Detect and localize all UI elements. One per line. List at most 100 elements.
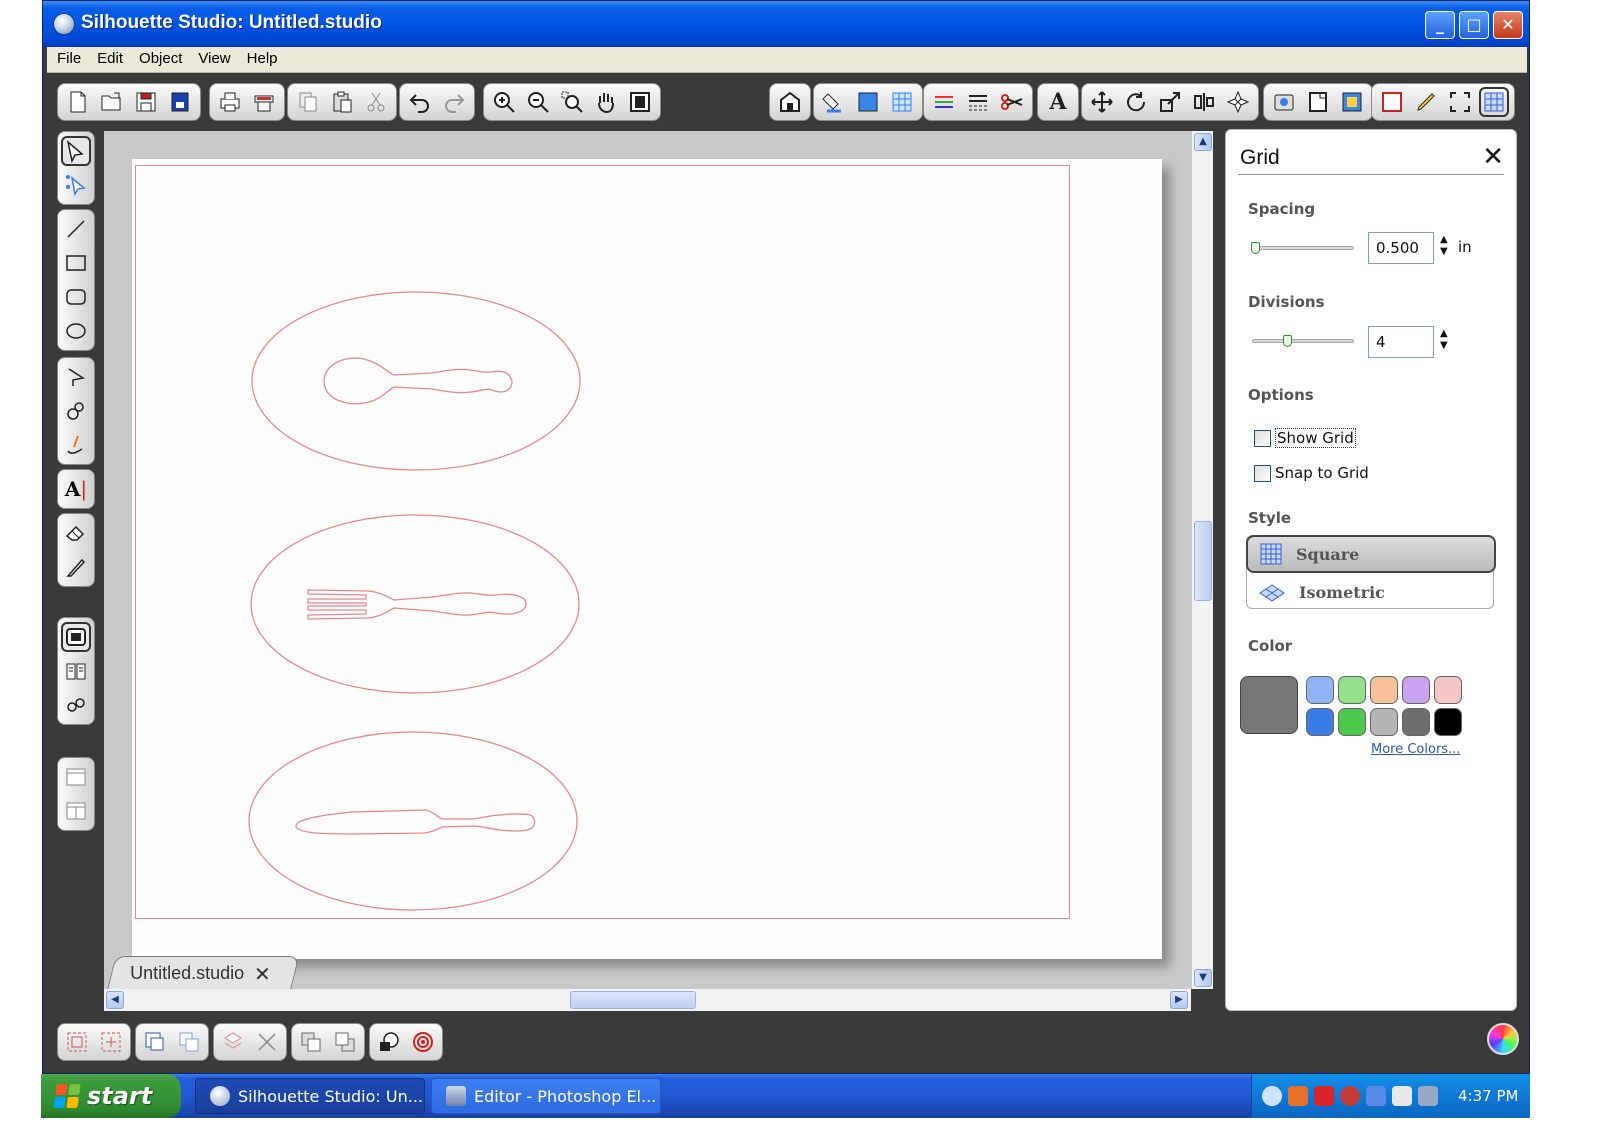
tray-acrobat-icon[interactable] — [1314, 1086, 1334, 1106]
replicate-icon[interactable] — [1223, 87, 1253, 117]
color-swatch[interactable] — [1338, 708, 1366, 736]
single-page-view-icon[interactable] — [61, 762, 91, 792]
taskbar-photoshop[interactable]: Editor - Photoshop El... — [431, 1078, 661, 1114]
ungroup-icon[interactable] — [96, 1027, 126, 1057]
zoom-selection-icon[interactable] — [557, 87, 587, 117]
cutting-mat-page[interactable] — [132, 159, 1162, 959]
eraser-tool-icon[interactable] — [61, 518, 91, 548]
fork-outline[interactable] — [307, 589, 527, 620]
design-store-icon[interactable] — [775, 87, 805, 117]
document-tab[interactable]: Untitled.studio ✕ — [107, 956, 300, 990]
send-to-back-icon[interactable] — [330, 1027, 360, 1057]
tray-expand-icon[interactable] — [1262, 1086, 1282, 1106]
start-button[interactable]: start — [41, 1074, 181, 1118]
minimize-button[interactable]: _ — [1425, 11, 1455, 39]
menu-edit[interactable]: Edit — [89, 47, 131, 71]
undo-icon[interactable] — [405, 87, 435, 117]
fill-tool-icon[interactable] — [61, 622, 91, 652]
copy-icon[interactable] — [293, 87, 323, 117]
cut-settings-icon[interactable] — [997, 87, 1027, 117]
snap-to-grid-checkbox[interactable]: Snap to Grid — [1254, 464, 1369, 482]
scale-icon[interactable] — [1155, 87, 1185, 117]
spacing-slider[interactable] — [1251, 242, 1354, 254]
snap-to-grid-box[interactable] — [1254, 464, 1271, 482]
color-wheel-icon[interactable] — [1487, 1023, 1519, 1055]
split-page-view-icon[interactable] — [61, 796, 91, 826]
color-swatch[interactable] — [1402, 676, 1430, 704]
tray-security-icon[interactable] — [1340, 1086, 1360, 1106]
menu-view[interactable]: View — [190, 47, 238, 71]
cut-scissors-icon[interactable] — [361, 87, 391, 117]
scroll-down-icon[interactable]: ▼ — [1194, 969, 1212, 987]
align-icon[interactable] — [1189, 87, 1219, 117]
panel-close-icon[interactable]: ✕ — [1482, 142, 1504, 172]
color-swatch[interactable] — [1434, 676, 1462, 704]
scroll-up-icon[interactable]: ▲ — [1194, 133, 1212, 151]
text-style-icon[interactable]: A — [1043, 87, 1073, 117]
offset-icon[interactable] — [408, 1027, 438, 1057]
maximize-button[interactable]: □ — [1459, 11, 1489, 39]
design-canvas[interactable] — [104, 131, 1191, 989]
line-style-icon[interactable] — [963, 87, 993, 117]
scroll-right-icon[interactable]: ▶ — [1170, 991, 1188, 1009]
paste-icon[interactable] — [327, 87, 357, 117]
modify-icon[interactable] — [374, 1027, 404, 1057]
sketch-pen-icon[interactable] — [1411, 87, 1441, 117]
taskbar-silhouette-studio[interactable]: Silhouette Studio: Un... — [195, 1078, 425, 1114]
fill-gradient-icon[interactable] — [853, 87, 883, 117]
color-swatch[interactable] — [1370, 676, 1398, 704]
spoon-plate-oval[interactable] — [251, 291, 581, 471]
page-setup-icon[interactable] — [1303, 87, 1333, 117]
registration-marks-icon[interactable] — [1377, 87, 1407, 117]
zoom-out-icon[interactable] — [523, 87, 553, 117]
vertical-scroll-thumb[interactable] — [1194, 521, 1212, 601]
freehand-tool-icon[interactable] — [61, 430, 91, 460]
current-grid-color[interactable] — [1240, 676, 1298, 734]
line-tool-icon[interactable] — [61, 214, 91, 244]
print-and-cut-icon[interactable] — [249, 87, 279, 117]
fit-to-page-icon[interactable] — [625, 87, 655, 117]
book-tool-icon[interactable] — [61, 656, 91, 686]
tray-network-icon[interactable] — [1392, 1086, 1412, 1106]
menu-object[interactable]: Object — [131, 47, 190, 71]
grid-settings-icon[interactable] — [1479, 87, 1509, 117]
release-compound-path-icon[interactable] — [174, 1027, 204, 1057]
delete-icon[interactable] — [252, 1027, 282, 1057]
make-compound-path-icon[interactable] — [140, 1027, 170, 1057]
pan-hand-icon[interactable] — [591, 87, 621, 117]
redo-icon[interactable] — [439, 87, 469, 117]
spacing-slider-knob[interactable] — [1251, 242, 1260, 254]
line-color-icon[interactable] — [929, 87, 959, 117]
document-tab-close-icon[interactable]: ✕ — [254, 962, 271, 986]
color-swatch[interactable] — [1306, 708, 1334, 736]
knife-plate-oval[interactable] — [248, 731, 578, 911]
rotate-icon[interactable] — [1121, 87, 1151, 117]
color-swatch[interactable] — [1370, 708, 1398, 736]
knife-outline[interactable] — [295, 809, 536, 835]
spoon-outline[interactable] — [323, 357, 513, 405]
fork-plate-oval[interactable] — [250, 514, 580, 694]
duplicate-icon[interactable] — [218, 1027, 248, 1057]
scroll-left-icon[interactable]: ◀ — [106, 991, 124, 1009]
cut-send-icon[interactable] — [1337, 87, 1367, 117]
spacing-input[interactable]: 0.500 — [1368, 232, 1434, 264]
text-tool-icon[interactable]: A | — [61, 474, 91, 504]
style-isometric-option[interactable]: Isometric — [1247, 574, 1495, 611]
divisions-slider-knob[interactable] — [1283, 335, 1292, 347]
knife-tool-icon[interactable] — [61, 552, 91, 582]
group-icon[interactable] — [62, 1027, 92, 1057]
divisions-stepper-icon[interactable]: ▲ ▼ — [1440, 328, 1452, 352]
weld-tool-icon[interactable] — [61, 690, 91, 720]
point-edit-icon[interactable] — [61, 170, 91, 200]
divisions-slider[interactable] — [1252, 335, 1354, 347]
curve-tool-icon[interactable] — [61, 396, 91, 426]
divisions-input[interactable]: 4 — [1368, 326, 1434, 358]
move-icon[interactable] — [1087, 87, 1117, 117]
open-folder-icon[interactable] — [97, 87, 127, 117]
color-swatch[interactable] — [1434, 708, 1462, 736]
fill-color-icon[interactable] — [819, 87, 849, 117]
spacing-stepper-icon[interactable]: ▲ ▼ — [1440, 234, 1452, 258]
horizontal-scroll-thumb[interactable] — [570, 991, 696, 1009]
color-swatch[interactable] — [1306, 676, 1334, 704]
bring-to-front-icon[interactable] — [296, 1027, 326, 1057]
